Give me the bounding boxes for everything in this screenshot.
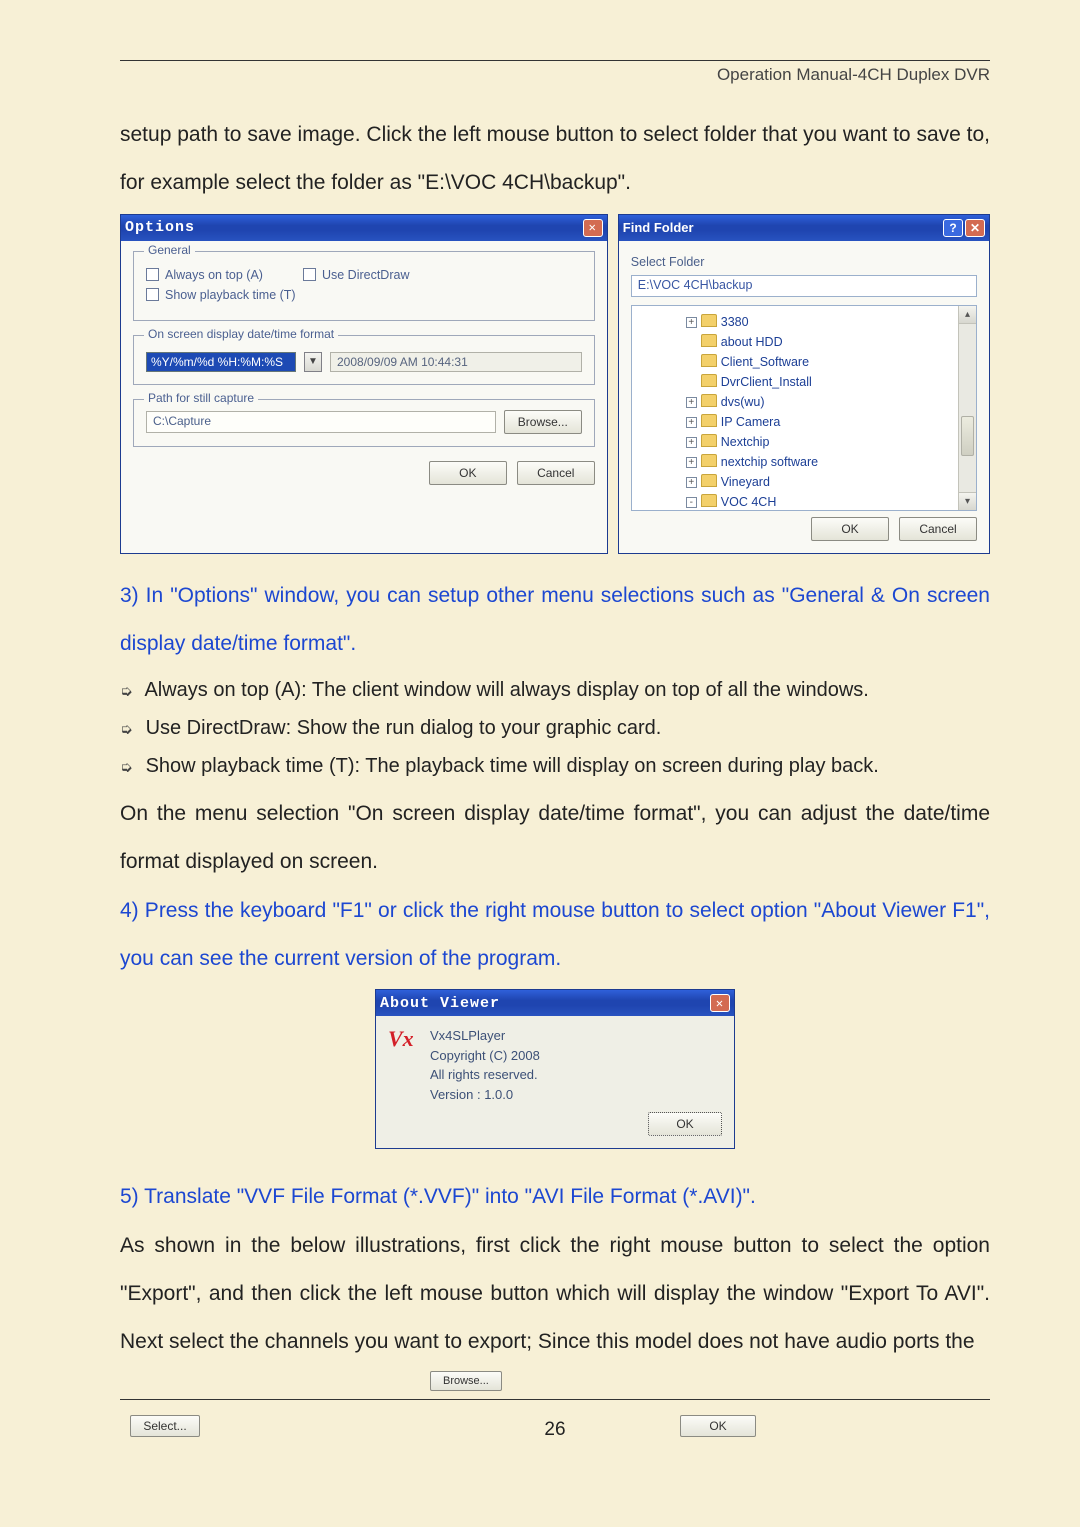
close-icon[interactable]: ✕ (710, 994, 730, 1012)
group-legend: Path for still capture (144, 391, 258, 405)
footer-rule (120, 1399, 990, 1400)
tree-item[interactable]: + nextchip software (686, 452, 970, 472)
bullet-item: ➭ Always on top (A): The client window w… (120, 674, 990, 706)
folder-icon (701, 314, 717, 327)
expand-icon[interactable]: + (686, 457, 697, 468)
options-title-bar[interactable]: Options ✕ (121, 215, 607, 241)
tree-item[interactable]: Client_Software (686, 352, 970, 372)
tree-item[interactable]: - VOC 4CH (686, 492, 970, 511)
bullet-icon: ➭ (120, 718, 134, 742)
datetime-format-preview: 2008/09/09 AM 10:44:31 (330, 352, 582, 372)
tree-item-label: 3380 (721, 315, 749, 329)
body-paragraph: On the menu selection "On screen display… (120, 790, 990, 887)
bullet-item: ➭ Use DirectDraw: Show the run dialog to… (120, 712, 990, 744)
general-group: General Always on top (A) Use DirectDraw (133, 251, 595, 321)
ok-button[interactable]: OK (811, 517, 889, 541)
tree-item-label: Vineyard (721, 475, 770, 489)
tree-item[interactable]: + dvs(wu) (686, 392, 970, 412)
checkbox-icon (146, 288, 159, 301)
capture-path-input[interactable]: C:\Capture (146, 411, 496, 433)
page-number: 26 (120, 1419, 990, 1441)
about-info-text: Vx4SLPlayer Copyright (C) 2008 All right… (430, 1026, 540, 1104)
tree-item-label: IP Camera (721, 415, 781, 429)
expand-icon[interactable]: + (686, 317, 697, 328)
find-folder-title: Find Folder (623, 220, 694, 235)
expand-icon[interactable]: + (686, 417, 697, 428)
ok-button[interactable]: OK (429, 461, 507, 485)
bullet-item: ➭ Show playback time (T): The playback t… (120, 750, 990, 782)
tree-item[interactable]: about HDD (686, 332, 970, 352)
scroll-thumb[interactable] (961, 416, 974, 456)
expand-icon[interactable]: + (686, 397, 697, 408)
folder-icon (701, 334, 717, 347)
folder-icon (701, 354, 717, 367)
ok-button[interactable]: OK (648, 1112, 722, 1136)
bullet-icon: ➭ (120, 756, 134, 780)
tree-item[interactable]: DvrClient_Install (686, 372, 970, 392)
browse-button[interactable]: Browse... (504, 410, 582, 434)
expand-icon[interactable]: + (686, 437, 697, 448)
options-title: Options (125, 219, 195, 236)
page-header-title: Operation Manual-4CH Duplex DVR (120, 65, 990, 85)
datetime-format-select[interactable]: %Y/%m/%d %H:%M:%S (146, 352, 296, 372)
bullet-icon: ➭ (120, 680, 134, 704)
select-folder-label: Select Folder (631, 255, 977, 269)
chevron-down-icon[interactable]: ▼ (304, 352, 322, 372)
about-title-bar[interactable]: About Viewer ✕ (376, 990, 734, 1016)
body-paragraph: 5) Translate "VVF File Format (*.VVF)" i… (120, 1173, 990, 1221)
tree-item-label: dvs(wu) (721, 395, 765, 409)
body-paragraph: As shown in the below illustrations, fir… (120, 1222, 990, 1367)
close-icon[interactable]: ✕ (583, 219, 603, 237)
browse-button[interactable]: Browse... (430, 1371, 502, 1391)
folder-icon (701, 494, 717, 507)
tree-item-label: Client_Software (721, 355, 809, 369)
checkbox-icon (146, 268, 159, 281)
tree-item-label: about HDD (721, 335, 783, 349)
folder-icon (701, 394, 717, 407)
scrollbar[interactable]: ▴ ▾ (958, 306, 976, 510)
show-playback-time-checkbox[interactable]: Show playback time (T) (146, 288, 296, 302)
app-logo-icon: Vx (388, 1026, 416, 1052)
find-folder-title-bar[interactable]: Find Folder ? ✕ (619, 215, 989, 241)
help-icon[interactable]: ? (943, 219, 963, 237)
header-rule (120, 60, 990, 61)
cancel-button[interactable]: Cancel (899, 517, 977, 541)
tree-item[interactable]: + Vineyard (686, 472, 970, 492)
group-legend: General (144, 243, 195, 257)
checkbox-icon (303, 268, 316, 281)
folder-icon (701, 414, 717, 427)
body-paragraph: 3) In "Options" window, you can setup ot… (120, 572, 990, 669)
tree-item-label: VOC 4CH (721, 495, 777, 509)
folder-icon (701, 474, 717, 487)
tree-item[interactable]: + Nextchip (686, 432, 970, 452)
folder-icon (701, 374, 717, 387)
folder-icon (701, 454, 717, 467)
folder-tree[interactable]: +3380 about HDD Client_Software DvrClient_I… (631, 305, 977, 511)
scroll-up-icon[interactable]: ▴ (959, 306, 976, 324)
datetime-format-group: On screen display date/time format %Y/%m… (133, 335, 595, 385)
ok-button[interactable]: OK (680, 1415, 756, 1437)
use-directdraw-checkbox[interactable]: Use DirectDraw (303, 268, 410, 282)
tree-item-label: DvrClient_Install (721, 375, 812, 389)
tree-item-label: nextchip software (721, 455, 818, 469)
group-legend: On screen display date/time format (144, 327, 338, 341)
tree-item[interactable]: +3380 (686, 312, 970, 332)
expand-icon[interactable]: + (686, 477, 697, 488)
collapse-icon[interactable]: - (686, 497, 697, 508)
always-on-top-checkbox[interactable]: Always on top (A) (146, 268, 263, 282)
scroll-down-icon[interactable]: ▾ (959, 492, 976, 510)
capture-path-group: Path for still capture C:\Capture Browse… (133, 399, 595, 447)
cancel-button[interactable]: Cancel (517, 461, 595, 485)
about-title: About Viewer (380, 995, 500, 1012)
folder-path-input[interactable]: E:\VOC 4CH\backup (631, 275, 977, 297)
tree-item-label: Nextchip (721, 435, 770, 449)
tree-item[interactable]: + IP Camera (686, 412, 970, 432)
close-icon[interactable]: ✕ (965, 219, 985, 237)
folder-icon (701, 434, 717, 447)
body-paragraph: setup path to save image. Click the left… (120, 111, 990, 208)
body-paragraph: 4) Press the keyboard "F1" or click the … (120, 887, 990, 984)
